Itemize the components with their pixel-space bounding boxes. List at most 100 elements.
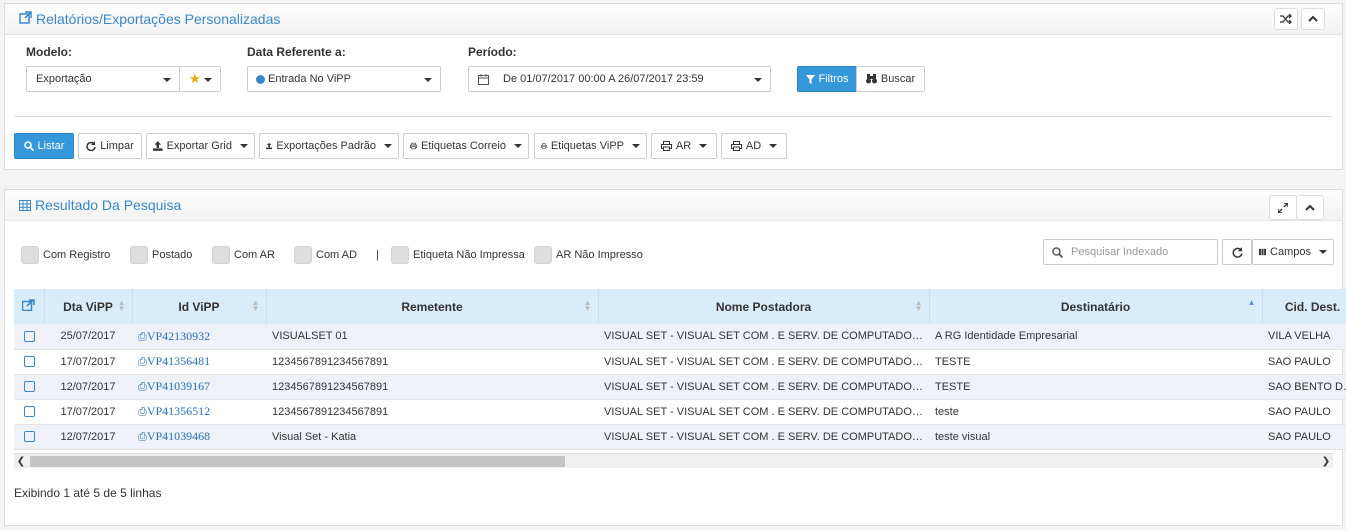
table-row[interactable]: 12/07/2017 ⎙VP41039167 12345678912345678… — [14, 374, 1346, 400]
vipp-id-link[interactable]: VP41039468 — [147, 429, 210, 443]
scroll-right-icon[interactable]: ❯ — [1319, 454, 1333, 469]
ar-button[interactable]: AR — [651, 133, 717, 159]
checkbox[interactable] — [212, 246, 230, 264]
listar-button[interactable]: Listar — [14, 133, 74, 159]
checkbox[interactable] — [391, 246, 409, 264]
modelo-select[interactable]: Exportação — [26, 66, 180, 92]
row-checkbox-cell[interactable] — [14, 399, 44, 425]
export-column-header[interactable] — [14, 289, 45, 324]
filter-com-ar[interactable]: Com AR — [212, 246, 275, 264]
exportacoes-padrao-label: Exportações Padrão — [276, 140, 376, 152]
column-header-destinatario[interactable]: Destinatário ▲ — [929, 289, 1263, 324]
column-header-cid-dest[interactable]: Cid. Dest.▲▼ — [1262, 289, 1346, 324]
row-checkbox[interactable] — [23, 356, 35, 368]
row-checkbox-cell[interactable] — [14, 424, 44, 450]
chevron-up-icon — [1305, 204, 1315, 211]
etiquetas-vipp-label: Etiquetas ViPP — [550, 140, 624, 152]
checkbox[interactable] — [21, 246, 39, 264]
results-panel-title-text: Resultado Da Pesquisa — [35, 197, 182, 213]
shuffle-button[interactable] — [1274, 8, 1298, 30]
refresh-button[interactable] — [1222, 239, 1252, 265]
printer-icon: ⎙ — [138, 406, 147, 418]
chevron-down-icon — [632, 144, 640, 148]
report-panel: Relatórios/Exportações Personalizadas Mo… — [4, 3, 1343, 170]
favorites-dropdown[interactable]: ★ — [179, 66, 221, 92]
vipp-id-link[interactable]: VP42130932 — [147, 329, 210, 343]
column-header-dta-vipp[interactable]: Dta ViPP ▲ ▼ — [44, 289, 133, 324]
filter-label: AR Não Impresso — [556, 249, 643, 261]
printer-icon: ⎙ — [138, 330, 147, 343]
row-checkbox[interactable] — [23, 431, 35, 443]
filter-postado[interactable]: Postado — [130, 246, 192, 264]
limpar-button[interactable]: Limpar — [78, 133, 142, 159]
chevron-up-icon — [1308, 15, 1318, 22]
periodo-select[interactable]: De 01/07/2017 00:00 A 26/07/2017 23:59 — [468, 66, 771, 92]
buscar-button[interactable]: Buscar — [856, 66, 925, 92]
report-panel-header: Relatórios/Exportações Personalizadas — [5, 4, 1342, 35]
report-panel-title-text: Relatórios/Exportações Personalizadas — [36, 11, 281, 27]
filtros-button[interactable]: Filtros — [797, 66, 857, 92]
filter-ar-nao-impresso[interactable]: AR Não Impresso — [534, 246, 643, 264]
row-checkbox[interactable] — [23, 381, 35, 393]
cell-cidade: SAO PAULO — [1262, 424, 1346, 450]
table-header-row: Dta ViPP ▲ ▼ Id ViPP ▲ ▼ Remetente ▲ ▼ Nome Po… — [14, 289, 1346, 324]
horizontal-scrollbar[interactable]: ❮ ❯ — [14, 453, 1333, 468]
cell-cidade: SAO PAULO — [1262, 349, 1346, 375]
cell-id[interactable]: ⎙VP41356481 — [132, 349, 266, 375]
collapse-results-button[interactable] — [1296, 195, 1324, 220]
search-input[interactable] — [1069, 245, 1209, 259]
table-row[interactable]: 25/07/2017 ⎙VP42130932 VISUALSET 01 VISU… — [14, 324, 1346, 350]
printer-icon — [541, 143, 547, 149]
column-header-nome-postadora[interactable]: Nome Postadora ▲ ▼ — [598, 289, 930, 324]
cell-id[interactable]: ⎙VP42130932 — [132, 324, 266, 350]
vipp-id-link[interactable]: VP41356481 — [147, 354, 210, 368]
checkbox[interactable] — [130, 246, 148, 264]
row-checkbox[interactable] — [23, 406, 35, 418]
listar-label: Listar — [37, 140, 65, 152]
filter-label: Com Registro — [43, 249, 111, 261]
row-checkbox-cell[interactable] — [14, 324, 44, 350]
checkbox[interactable] — [294, 246, 312, 264]
filter-etiqueta-nao-impressa[interactable]: Etiqueta Não Impressa — [391, 246, 525, 264]
campos-button[interactable]: Campos — [1252, 239, 1334, 265]
table-row[interactable]: 12/07/2017 ⎙VP41039468 Visual Set - Kati… — [14, 424, 1346, 450]
vipp-id-link[interactable]: VP41039167 — [147, 379, 210, 393]
filter-com-ad[interactable]: Com AD — [294, 246, 357, 264]
exportacoes-padrao-button[interactable]: Exportações Padrão — [259, 133, 399, 159]
cell-date: 12/07/2017 — [44, 374, 132, 400]
filter-separator: | — [376, 246, 379, 264]
column-header-id-vipp[interactable]: Id ViPP ▲ ▼ — [132, 289, 267, 324]
cell-id[interactable]: ⎙VP41039468 — [132, 424, 266, 450]
row-checkbox-cell[interactable] — [14, 349, 44, 375]
table-row[interactable]: 17/07/2017 ⎙VP41356481 12345678912345678… — [14, 349, 1346, 375]
etiquetas-vipp-button[interactable]: Etiquetas ViPP — [534, 133, 647, 159]
table-row[interactable]: 17/07/2017 ⎙VP41356512 12345678912345678… — [14, 399, 1346, 425]
exportar-grid-button[interactable]: Exportar Grid — [146, 133, 255, 159]
ad-label: AD — [745, 140, 762, 152]
expand-button[interactable] — [1269, 195, 1297, 220]
data-referente-select[interactable]: Entrada No ViPP — [247, 66, 441, 92]
column-header-remetente[interactable]: Remetente ▲ ▼ — [266, 289, 599, 324]
scrollbar-thumb[interactable] — [30, 456, 565, 467]
search-field[interactable] — [1043, 239, 1218, 265]
shuffle-icon — [1280, 14, 1292, 24]
cell-id[interactable]: ⎙VP41356512 — [132, 399, 266, 425]
sort-icon: ▲ ▼ — [251, 298, 260, 313]
scroll-left-icon[interactable]: ❮ — [14, 454, 28, 469]
vipp-id-link[interactable]: VP41356512 — [147, 404, 210, 418]
cell-id[interactable]: ⎙VP41039167 — [132, 374, 266, 400]
modelo-label: Modelo: — [26, 45, 72, 59]
checkbox[interactable] — [534, 246, 552, 264]
row-checkbox[interactable] — [23, 330, 35, 342]
calendar-icon — [478, 73, 489, 85]
data-referente-label: Data Referente a: — [247, 45, 346, 59]
ad-button[interactable]: AD — [721, 133, 787, 159]
etiquetas-correio-button[interactable]: Etiquetas Correio — [403, 133, 529, 159]
printer-icon — [730, 141, 742, 151]
filter-com-registro[interactable]: Com Registro — [21, 246, 110, 264]
filter-icon — [805, 74, 815, 84]
row-checkbox-cell[interactable] — [14, 374, 44, 400]
cell-date: 17/07/2017 — [44, 399, 132, 425]
collapse-report-button[interactable] — [1301, 8, 1325, 30]
globe-icon — [256, 74, 265, 84]
